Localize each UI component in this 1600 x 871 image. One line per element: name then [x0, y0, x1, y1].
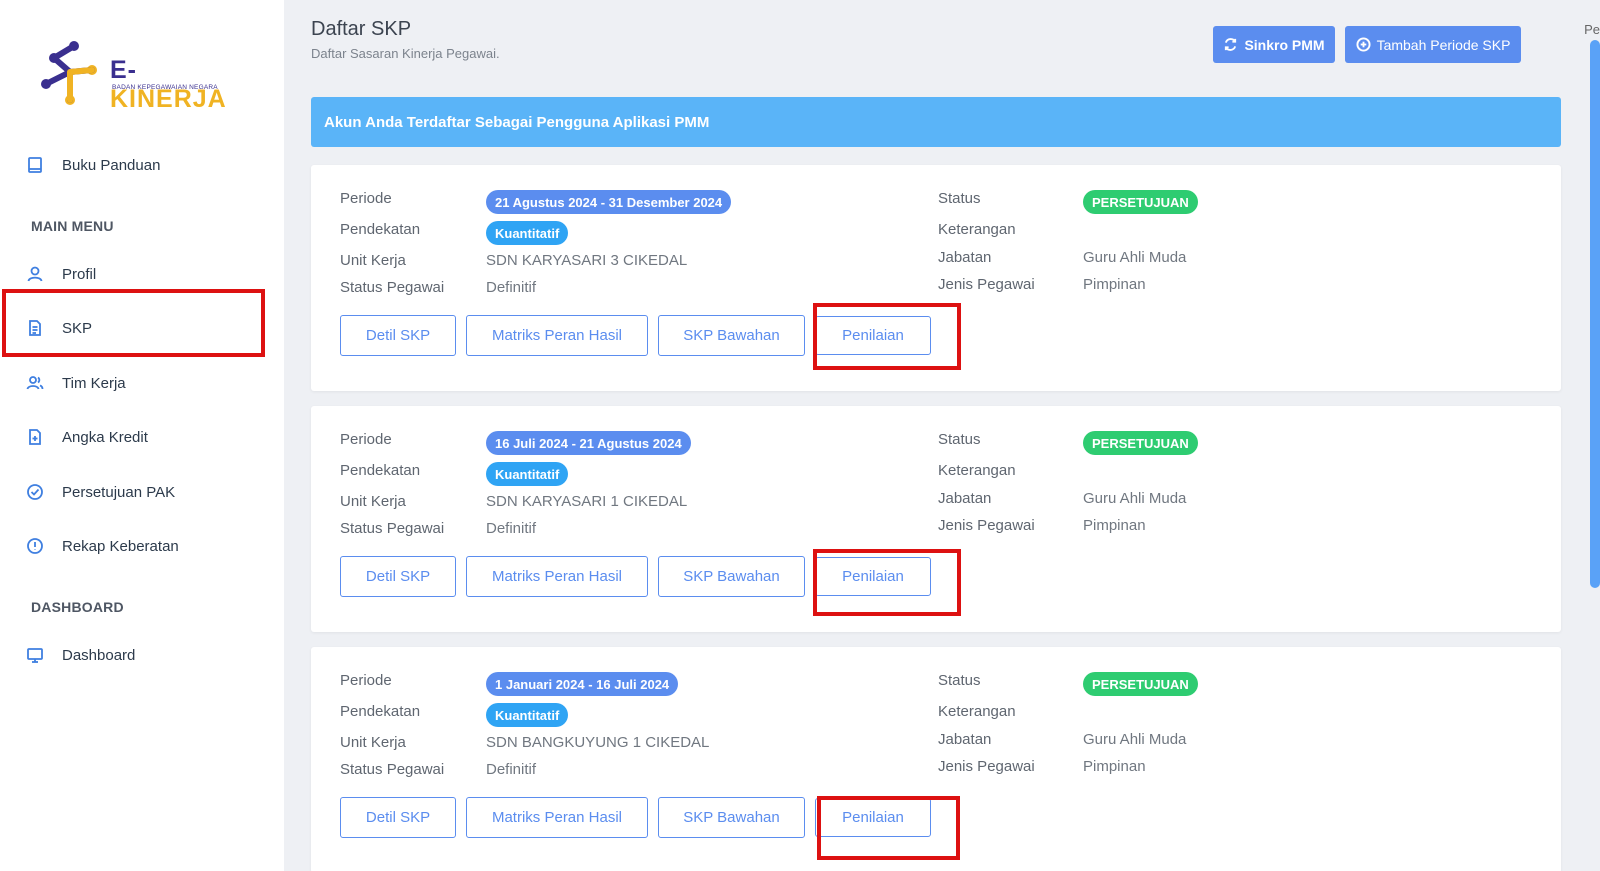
detil-skp-button[interactable]: Detil SKP [340, 315, 456, 356]
pmm-info-banner: Akun Anda Terdaftar Sebagai Pengguna Apl… [311, 97, 1561, 147]
label-status-pegawai: Status Pegawai [340, 761, 445, 778]
highlight-penilaian-2 [813, 549, 961, 616]
label-status: Status [938, 431, 981, 448]
sidebar-item-label: Persetujuan PAK [62, 483, 176, 501]
label-unit-kerja: Unit Kerja [340, 252, 406, 269]
label-jenis-pegawai: Jenis Pegawai [938, 758, 1035, 775]
sidebar-item-profil[interactable]: Profil [26, 265, 96, 283]
pendekatan-badge: Kuantitatif [486, 703, 569, 727]
sidebar-item-tim-kerja[interactable]: Tim Kerja [26, 374, 126, 392]
unit-kerja-value: SDN BANGKUYUNG 1 CIKEDAL [486, 734, 710, 751]
jenis-pegawai-value: Pimpinan [1083, 517, 1146, 534]
plus-circle-icon [1356, 37, 1371, 52]
status-pegawai-value: Definitif [486, 761, 537, 778]
sidebar-item-label: Buku Panduan [62, 156, 161, 174]
detil-skp-button[interactable]: Detil SKP [340, 797, 456, 838]
label-jenis-pegawai: Jenis Pegawai [938, 276, 1035, 293]
page-subtitle: Daftar Sasaran Kinerja Pegawai. [311, 46, 500, 61]
status-badge: PERSETUJUAN [1083, 190, 1198, 214]
sidebar-item-label: Dashboard [62, 646, 136, 664]
highlight-penilaian-3 [817, 796, 960, 860]
page-title: Daftar SKP [311, 18, 412, 40]
status-pegawai-value: Definitif [486, 520, 537, 537]
sidebar-item-buku-panduan[interactable]: Buku Panduan [26, 156, 160, 174]
skp-bawahan-button[interactable]: SKP Bawahan [658, 556, 805, 597]
sidebar-item-label: Profil [62, 265, 97, 283]
user-icon [26, 265, 44, 283]
label-keterangan: Keterangan [938, 462, 1016, 479]
sidebar: E-KINERJA BADAN KEPEGAWAIAN NEGARA Buku … [0, 0, 284, 871]
jenis-pegawai-value: Pimpinan [1083, 758, 1146, 775]
alert-circle-icon [26, 537, 44, 555]
pendekatan-badge: Kuantitatif [486, 221, 569, 245]
pendekatan-badge: Kuantitatif [486, 462, 569, 486]
jabatan-value: Guru Ahli Muda [1083, 731, 1187, 748]
book-icon [26, 156, 44, 174]
section-main-menu: MAIN MENU [31, 218, 114, 234]
label-jabatan: Jabatan [938, 249, 992, 266]
check-circle-icon [26, 483, 44, 501]
matriks-peran-hasil-button[interactable]: Matriks Peran Hasil [466, 797, 648, 838]
users-icon [26, 374, 44, 392]
label-periode: Periode [340, 672, 392, 689]
label-keterangan: Keterangan [938, 703, 1016, 720]
logo-subtitle: BADAN KEPEGAWAIAN NEGARA [112, 84, 218, 91]
jabatan-value: Guru Ahli Muda [1083, 249, 1187, 266]
label-pendekatan: Pendekatan [340, 462, 421, 479]
truncated-edge-text: Pe [1584, 22, 1600, 37]
label-periode: Periode [340, 190, 392, 207]
tambah-periode-label: Tambah Periode SKP [1376, 36, 1511, 53]
label-status-pegawai: Status Pegawai [340, 279, 445, 296]
status-badge: PERSETUJUAN [1083, 672, 1198, 696]
label-pendekatan: Pendekatan [340, 703, 421, 720]
monitor-icon [26, 646, 44, 664]
skp-bawahan-button[interactable]: SKP Bawahan [658, 315, 805, 356]
matriks-peran-hasil-button[interactable]: Matriks Peran Hasil [466, 315, 648, 356]
periode-badge: 1 Januari 2024 - 16 Juli 2024 [486, 672, 679, 696]
label-periode: Periode [340, 431, 392, 448]
sidebar-item-label: Angka Kredit [62, 428, 148, 446]
scrollbar-thumb[interactable] [1590, 40, 1600, 588]
periode-badge: 16 Juli 2024 - 21 Agustus 2024 [486, 431, 691, 455]
label-keterangan: Keterangan [938, 221, 1016, 238]
sidebar-item-dashboard[interactable]: Dashboard [26, 646, 135, 664]
main-content: Daftar SKP Daftar Sasaran Kinerja Pegawa… [284, 0, 1600, 871]
sidebar-item-persetujuan-pak[interactable]: Persetujuan PAK [26, 483, 175, 501]
section-dashboard: DASHBOARD [31, 599, 124, 615]
status-pegawai-value: Definitif [486, 279, 537, 296]
label-status-pegawai: Status Pegawai [340, 520, 445, 537]
sinkro-pmm-button[interactable]: Sinkro PMM [1213, 26, 1335, 63]
tambah-periode-skp-button[interactable]: Tambah Periode SKP [1345, 26, 1521, 63]
unit-kerja-value: SDN KARYASARI 3 CIKEDAL [486, 252, 688, 269]
label-jenis-pegawai: Jenis Pegawai [938, 517, 1035, 534]
sidebar-item-angka-kredit[interactable]: Angka Kredit [26, 428, 148, 446]
sidebar-item-label: Rekap Keberatan [62, 537, 179, 555]
label-status: Status [938, 190, 981, 207]
detil-skp-button[interactable]: Detil SKP [340, 556, 456, 597]
label-jabatan: Jabatan [938, 731, 992, 748]
sidebar-item-label: Tim Kerja [62, 374, 126, 392]
refresh-icon [1225, 38, 1237, 51]
unit-kerja-value: SDN KARYASARI 1 CIKEDAL [486, 493, 688, 510]
label-status: Status [938, 672, 981, 689]
jenis-pegawai-value: Pimpinan [1083, 276, 1146, 293]
matriks-peran-hasil-button[interactable]: Matriks Peran Hasil [466, 556, 648, 597]
sidebar-item-rekap-keberatan[interactable]: Rekap Keberatan [26, 537, 179, 555]
label-unit-kerja: Unit Kerja [340, 493, 406, 510]
highlight-penilaian-1 [813, 303, 961, 370]
jabatan-value: Guru Ahli Muda [1083, 490, 1187, 507]
status-badge: PERSETUJUAN [1083, 431, 1198, 455]
logo-mark-icon [41, 41, 97, 105]
e-kinerja-logo[interactable]: E-KINERJA BADAN KEPEGAWAIAN NEGARA [40, 40, 250, 113]
label-pendekatan: Pendekatan [340, 221, 421, 238]
label-jabatan: Jabatan [938, 490, 992, 507]
sinkro-pmm-label: Sinkro PMM [1244, 36, 1325, 53]
highlight-skp-menu [2, 289, 265, 357]
periode-badge: 21 Agustus 2024 - 31 Desember 2024 [486, 190, 732, 214]
file-plus-icon [26, 428, 44, 446]
skp-bawahan-button[interactable]: SKP Bawahan [658, 797, 805, 838]
label-unit-kerja: Unit Kerja [340, 734, 406, 751]
